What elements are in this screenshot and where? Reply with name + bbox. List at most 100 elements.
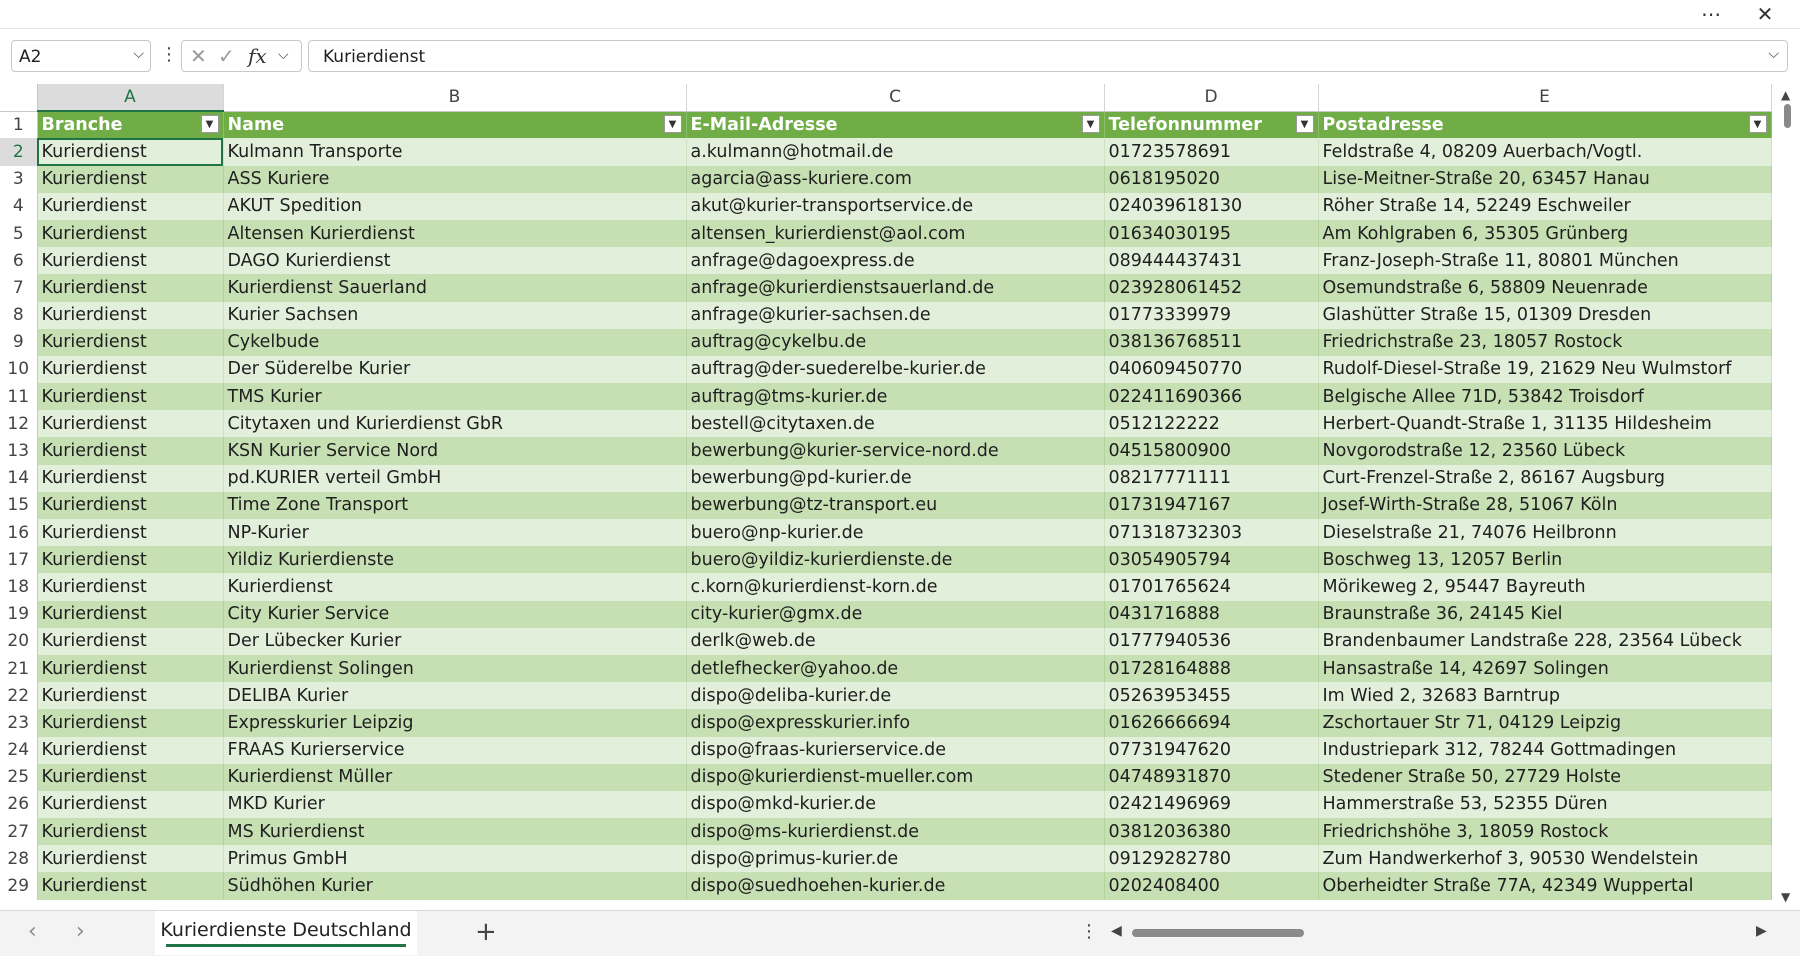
- cell-email[interactable]: dispo@expresskurier.info: [686, 709, 1105, 737]
- chevron-down-icon[interactable]: ⌵: [278, 47, 289, 63]
- row-header[interactable]: 16: [0, 519, 38, 547]
- cell-postadresse[interactable]: Josef-Wirth-Straße 28, 51067 Köln: [1318, 491, 1772, 519]
- cell-telefon[interactable]: 01701765624: [1104, 573, 1319, 601]
- row-header[interactable]: 17: [0, 546, 38, 574]
- scroll-down-icon[interactable]: ▼: [1781, 890, 1790, 904]
- cell-name[interactable]: Kurierdienst Müller: [223, 763, 687, 791]
- cell-email[interactable]: a.kulmann@hotmail.de: [686, 138, 1105, 166]
- cell-telefon[interactable]: 01723578691: [1104, 138, 1319, 166]
- cell-branche[interactable]: Kurierdienst: [37, 573, 224, 601]
- scroll-up-icon[interactable]: ▲: [1781, 88, 1790, 102]
- cell-name[interactable]: Primus GmbH: [223, 845, 687, 873]
- cell-name[interactable]: City Kurier Service: [223, 600, 687, 628]
- add-sheet-icon[interactable]: +: [475, 917, 497, 947]
- cell-name[interactable]: Der Lübecker Kurier: [223, 627, 687, 655]
- cell-postadresse[interactable]: Zschortauer Str 71, 04129 Leipzig: [1318, 709, 1772, 737]
- confirm-icon[interactable]: ✓: [218, 44, 235, 68]
- cell-postadresse[interactable]: Curt-Frenzel-Straße 2, 86167 Augsburg: [1318, 464, 1772, 492]
- cell-email[interactable]: agarcia@ass-kuriere.com: [686, 165, 1105, 193]
- cell-name[interactable]: Expresskurier Leipzig: [223, 709, 687, 737]
- cell-email[interactable]: buero@yildiz-kurierdienste.de: [686, 546, 1105, 574]
- spreadsheet-grid[interactable]: A B C D E 1 Branche ▼ Name ▼ E-Mail-Adress…: [0, 84, 1775, 910]
- cell-postadresse[interactable]: Boschweg 13, 12057 Berlin: [1318, 546, 1772, 574]
- cell-postadresse[interactable]: Am Kohlgraben 6, 35305 Grünberg: [1318, 219, 1772, 248]
- row-header[interactable]: 26: [0, 790, 38, 819]
- cell-branche[interactable]: Kurierdienst: [37, 192, 224, 220]
- cell-name[interactable]: FRAAS Kurierservice: [223, 736, 687, 764]
- cell-email[interactable]: anfrage@kurierdienstsauerland.de: [686, 274, 1105, 302]
- cell-name[interactable]: Yildiz Kurierdienste: [223, 546, 687, 574]
- row-header[interactable]: 27: [0, 818, 38, 846]
- scroll-right-icon[interactable]: ▶: [1756, 923, 1767, 939]
- header-cell-email[interactable]: E-Mail-Adresse ▼: [686, 111, 1105, 139]
- cell-telefon[interactable]: 089444437431: [1104, 247, 1319, 275]
- cell-postadresse[interactable]: Lise-Meitner-Straße 20, 63457 Hanau: [1318, 165, 1772, 193]
- cell-branche[interactable]: Kurierdienst: [37, 138, 224, 166]
- cell-postadresse[interactable]: Friedrichshöhe 3, 18059 Rostock: [1318, 818, 1772, 846]
- cell-branche[interactable]: Kurierdienst: [37, 464, 224, 492]
- cell-branche[interactable]: Kurierdienst: [37, 627, 224, 655]
- cell-postadresse[interactable]: Feldstraße 4, 08209 Auerbach/Vogtl.: [1318, 138, 1772, 166]
- cell-branche[interactable]: Kurierdienst: [37, 763, 224, 791]
- cell-email[interactable]: altensen_kurierdienst@aol.com: [686, 219, 1105, 248]
- cell-postadresse[interactable]: Mörikeweg 2, 95447 Bayreuth: [1318, 573, 1772, 601]
- cell-email[interactable]: c.korn@kurierdienst-korn.de: [686, 573, 1105, 601]
- next-sheet-icon[interactable]: ›: [76, 919, 85, 944]
- cell-postadresse[interactable]: Friedrichstraße 23, 18057 Rostock: [1318, 328, 1772, 356]
- cell-branche[interactable]: Kurierdienst: [37, 219, 224, 248]
- cell-name[interactable]: MKD Kurier: [223, 790, 687, 819]
- cell-telefon[interactable]: 0431716888: [1104, 600, 1319, 628]
- cell-telefon[interactable]: 03054905794: [1104, 546, 1319, 574]
- header-cell-telefon[interactable]: Telefonnummer ▼: [1104, 111, 1319, 139]
- cell-telefon[interactable]: 01728164888: [1104, 654, 1319, 683]
- cell-branche[interactable]: Kurierdienst: [37, 301, 224, 329]
- cell-branche[interactable]: Kurierdienst: [37, 872, 224, 900]
- cell-email[interactable]: anfrage@dagoexpress.de: [686, 247, 1105, 275]
- cell-branche[interactable]: Kurierdienst: [37, 546, 224, 574]
- cell-postadresse[interactable]: Dieselstraße 21, 74076 Heilbronn: [1318, 519, 1772, 547]
- cell-postadresse[interactable]: Stedener Straße 50, 27729 Holste: [1318, 763, 1772, 791]
- cell-postadresse[interactable]: Belgische Allee 71D, 53842 Troisdorf: [1318, 383, 1772, 411]
- cell-name[interactable]: DELIBA Kurier: [223, 682, 687, 710]
- row-header[interactable]: 22: [0, 682, 38, 710]
- cell-telefon[interactable]: 05263953455: [1104, 682, 1319, 710]
- cell-branche[interactable]: Kurierdienst: [37, 818, 224, 846]
- prev-sheet-icon[interactable]: ‹: [28, 919, 37, 944]
- column-header-d[interactable]: D: [1104, 84, 1319, 112]
- cell-branche[interactable]: Kurierdienst: [37, 845, 224, 873]
- cell-postadresse[interactable]: Zum Handwerkerhof 3, 90530 Wendelstein: [1318, 845, 1772, 873]
- cell-email[interactable]: bewerbung@tz-transport.eu: [686, 491, 1105, 519]
- header-cell-name[interactable]: Name ▼: [223, 111, 687, 139]
- cell-telefon[interactable]: 01634030195: [1104, 219, 1319, 248]
- cell-branche[interactable]: Kurierdienst: [37, 437, 224, 465]
- cell-branche[interactable]: Kurierdienst: [37, 600, 224, 628]
- cell-branche[interactable]: Kurierdienst: [37, 790, 224, 819]
- cell-name[interactable]: Kurierdienst: [223, 573, 687, 601]
- cell-email[interactable]: bestell@citytaxen.de: [686, 410, 1105, 438]
- cell-email[interactable]: city-kurier@gmx.de: [686, 600, 1105, 628]
- filter-dropdown-icon[interactable]: ▼: [1081, 114, 1100, 133]
- cell-email[interactable]: dispo@kurierdienst-mueller.com: [686, 763, 1105, 791]
- cell-name[interactable]: Cykelbude: [223, 328, 687, 356]
- cell-email[interactable]: dispo@primus-kurier.de: [686, 845, 1105, 873]
- cell-telefon[interactable]: 01626666694: [1104, 709, 1319, 737]
- cell-name[interactable]: MS Kurierdienst: [223, 818, 687, 846]
- cell-branche[interactable]: Kurierdienst: [37, 383, 224, 411]
- formula-input[interactable]: Kurierdienst ⌵: [308, 40, 1788, 72]
- horizontal-scroll-thumb[interactable]: [1132, 929, 1304, 937]
- cell-telefon[interactable]: 0202408400: [1104, 872, 1319, 900]
- row-header[interactable]: 4: [0, 192, 38, 220]
- cell-name[interactable]: Kurierdienst Solingen: [223, 654, 687, 683]
- cell-email[interactable]: bewerbung@kurier-service-nord.de: [686, 437, 1105, 465]
- cell-branche[interactable]: Kurierdienst: [37, 328, 224, 356]
- cell-telefon[interactable]: 08217771111: [1104, 464, 1319, 492]
- cell-telefon[interactable]: 0512122222: [1104, 410, 1319, 438]
- row-header[interactable]: 11: [0, 383, 38, 411]
- cell-branche[interactable]: Kurierdienst: [37, 410, 224, 438]
- cell-name[interactable]: ASS Kuriere: [223, 165, 687, 193]
- cell-postadresse[interactable]: Hansastraße 14, 42697 Solingen: [1318, 654, 1772, 683]
- cell-postadresse[interactable]: Hammerstraße 53, 52355 Düren: [1318, 790, 1772, 819]
- filter-dropdown-icon[interactable]: ▼: [200, 115, 219, 134]
- filter-dropdown-icon[interactable]: ▼: [663, 114, 682, 133]
- cell-telefon[interactable]: 01773339979: [1104, 301, 1319, 329]
